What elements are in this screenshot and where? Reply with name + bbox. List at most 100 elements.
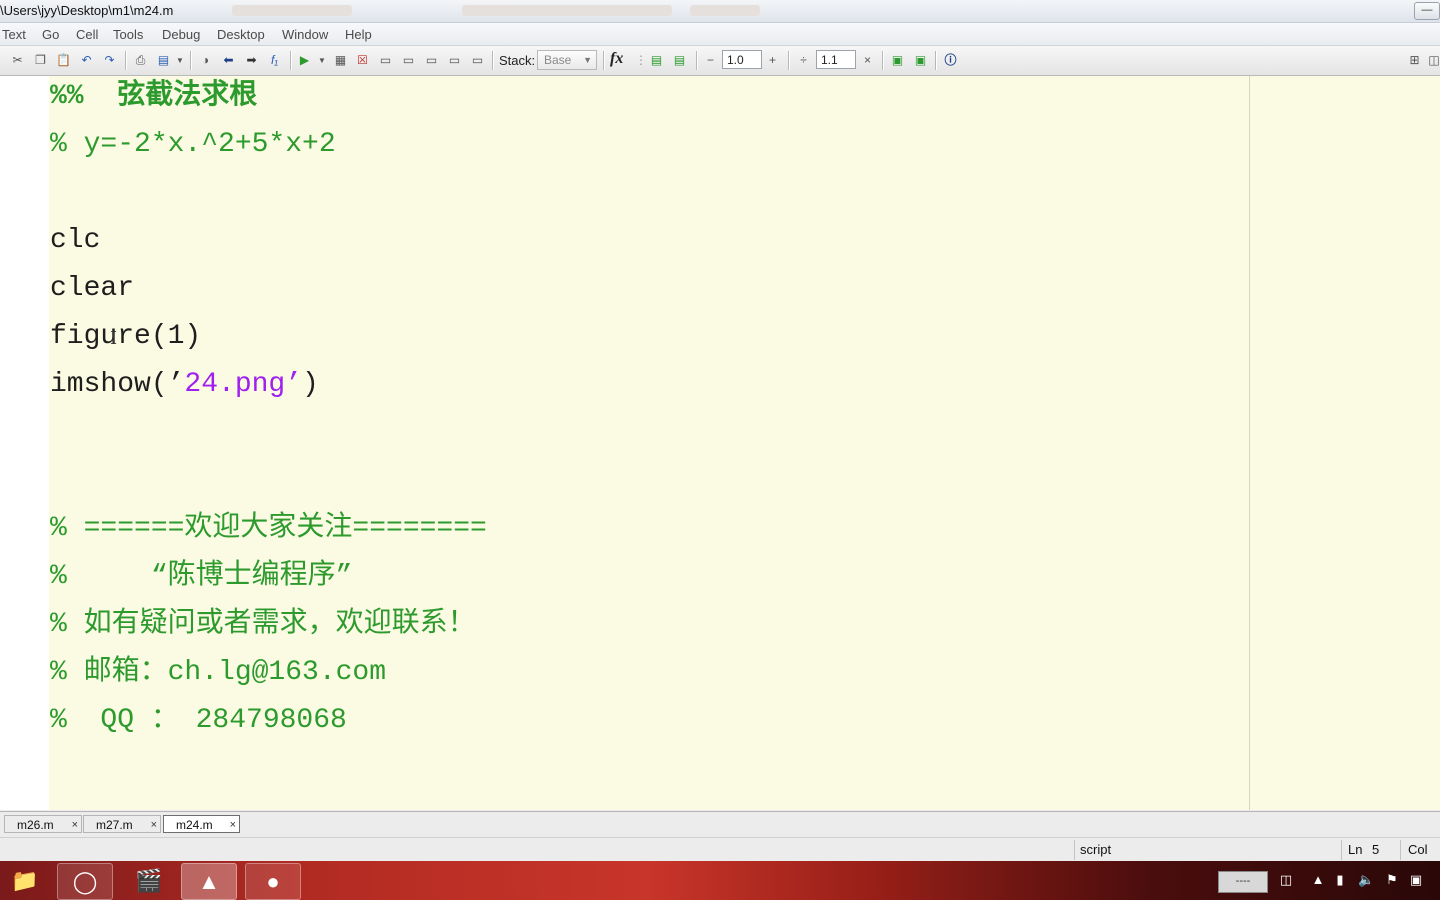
text-cursor-icon: I [110, 328, 118, 349]
blurred-tab-ghost [232, 5, 352, 16]
toolbar-divider [882, 51, 884, 70]
close-icon[interactable]: × [72, 816, 78, 834]
close-icon[interactable]: × [151, 816, 157, 834]
minimize-button[interactable]: — [1414, 2, 1440, 20]
code-editor[interactable]: %% 弦截法求根 % y=-2*x.^2+5*x+2 clc clear fig… [0, 76, 1440, 810]
code-line: clear [50, 273, 135, 304]
comment-line: % 如有疑问或者需求，欢迎联系！ [50, 609, 476, 640]
tab-m24[interactable]: m24.m × [163, 815, 240, 833]
tab-m27[interactable]: m27.m × [83, 815, 161, 833]
toolbar-divider [696, 51, 698, 70]
close-icon[interactable]: × [230, 816, 236, 834]
tab-m26[interactable]: m26.m × [4, 815, 82, 833]
hide-cell-titles-icon[interactable]: ▣ [912, 52, 929, 69]
set-breakpoint-icon[interactable]: ▦ [332, 52, 349, 69]
file-explorer-icon[interactable]: 📁 [0, 863, 52, 898]
code-line: figure(1) [50, 321, 202, 352]
print-icon[interactable]: ⎙ [132, 52, 149, 69]
fx-icon[interactable]: fx [610, 50, 623, 68]
run-dropdown-icon[interactable]: ▼ [316, 52, 328, 69]
code-line: imshow(’24.png’) [50, 361, 319, 409]
copy-icon[interactable]: ❐ [32, 52, 49, 69]
stack-label: Stack: [499, 53, 536, 68]
recorder-icon[interactable]: ● [245, 863, 301, 900]
file-tab-strip: m26.m × m27.m × m24.m × [0, 811, 1440, 836]
matlab-icon[interactable]: ▲ [181, 863, 237, 900]
menu-bar: Text Go Cell Tools Debug Desktop Window … [0, 23, 1440, 46]
find-icon[interactable]: ◑ [197, 52, 214, 69]
split-layout-icon[interactable]: ◫ [1428, 52, 1440, 69]
tab-label: m27.m [96, 818, 133, 832]
network-icon[interactable]: ⚑ [1384, 871, 1400, 889]
tile-layout-icon[interactable]: ⊞ [1406, 52, 1423, 69]
title-bar: \Users\jyy\Desktop\m1\m24.m — [0, 0, 1440, 23]
volume-icon[interactable]: 🔈 [1358, 871, 1374, 889]
toolbar-divider [290, 51, 292, 70]
menu-debug[interactable]: Debug [162, 27, 200, 42]
status-bar: script Ln 5 Col [0, 837, 1440, 862]
media-player-icon[interactable]: 🎬 [122, 863, 176, 898]
paste-icon[interactable]: 📋 [55, 52, 72, 69]
menu-desktop[interactable]: Desktop [217, 27, 265, 42]
step-in-icon[interactable]: ▭ [400, 52, 417, 69]
clear-breakpoints-icon[interactable]: ☒ [354, 52, 371, 69]
increment-button[interactable]: + [764, 52, 781, 69]
multiply-button[interactable]: × [859, 52, 876, 69]
cut-icon[interactable]: ✂ [9, 52, 26, 69]
publish-dropdown-icon[interactable]: ▼ [174, 52, 186, 69]
evaluate-cell-icon[interactable]: ▤ [671, 52, 688, 69]
toolbar-divider [603, 51, 605, 70]
line-label: Ln [1348, 842, 1363, 857]
exit-debug-icon[interactable]: ▭ [469, 52, 486, 69]
publish-icon[interactable]: ▤ [155, 52, 172, 69]
forward-arrow-icon[interactable]: ➡ [243, 52, 260, 69]
language-indicator[interactable]: ---- [1218, 871, 1268, 893]
line-number: 5 [1372, 842, 1380, 857]
run-icon[interactable]: ▶ [296, 52, 313, 69]
browser-icon[interactable]: ◯ [57, 863, 113, 900]
back-arrow-icon[interactable]: ⬅ [220, 52, 237, 69]
stack-value: Base [544, 53, 572, 67]
function-browser-icon[interactable]: f₁ [266, 52, 283, 69]
code-line: clc [50, 225, 101, 256]
menu-help[interactable]: Help [345, 27, 372, 42]
insert-cell-divider-icon[interactable]: ▤ [648, 52, 665, 69]
cell-value-1-input[interactable]: 1.0 [722, 50, 762, 69]
status-divider [1074, 840, 1075, 860]
menu-window[interactable]: Window [282, 27, 328, 42]
action-center-icon[interactable]: ▣ [1408, 871, 1424, 889]
input-method-icon[interactable]: ◫ [1278, 871, 1294, 889]
string-literal: 24.png’ [184, 369, 303, 400]
continue-icon[interactable]: ▭ [446, 52, 463, 69]
step-out-icon[interactable]: ▭ [423, 52, 440, 69]
comment-line: % QQ ： 284798068 [50, 705, 347, 736]
divide-button[interactable]: ÷ [795, 52, 812, 69]
blurred-tab-ghost [462, 5, 672, 16]
help-info-icon[interactable]: ⓘ [942, 52, 959, 69]
device-icon[interactable]: ▮ [1332, 871, 1348, 889]
code-fragment: imshow(’ [50, 369, 185, 400]
line-gutter [0, 76, 49, 810]
menu-cell[interactable]: Cell [76, 27, 98, 42]
chevron-down-icon: ▼ [583, 55, 592, 65]
editor-toolbar: ✂ ❐ 📋 ↶ ↷ ⎙ ▤ ▼ ◑ ⬅ ➡ f₁ ▶ ▼ ▦ ☒ ▭ ▭ ▭ ▭… [0, 46, 1440, 76]
tray-expand-icon[interactable]: ▲ [1310, 871, 1326, 889]
toolbar-divider [492, 51, 494, 70]
menu-text[interactable]: Text [2, 27, 26, 42]
right-margin-line [1249, 76, 1250, 810]
blurred-tab-ghost [690, 5, 760, 16]
step-icon[interactable]: ▭ [377, 52, 394, 69]
cell-value-2-input[interactable]: 1.1 [816, 50, 856, 69]
menu-go[interactable]: Go [42, 27, 59, 42]
redo-icon[interactable]: ↷ [101, 52, 118, 69]
undo-icon[interactable]: ↶ [78, 52, 95, 69]
menu-tools[interactable]: Tools [113, 27, 143, 42]
stack-select[interactable]: Base ▼ [537, 50, 597, 70]
decrement-button[interactable]: − [702, 52, 719, 69]
tab-label: m24.m [176, 818, 213, 832]
cell-title-line: %% 弦截法求根 [50, 81, 258, 112]
comment-line: % ======欢迎大家关注======== [50, 513, 487, 544]
show-cell-titles-icon[interactable]: ▣ [889, 52, 906, 69]
status-divider [1341, 840, 1342, 860]
comment-line: % y=-2*x.^2+5*x+2 [50, 129, 336, 160]
